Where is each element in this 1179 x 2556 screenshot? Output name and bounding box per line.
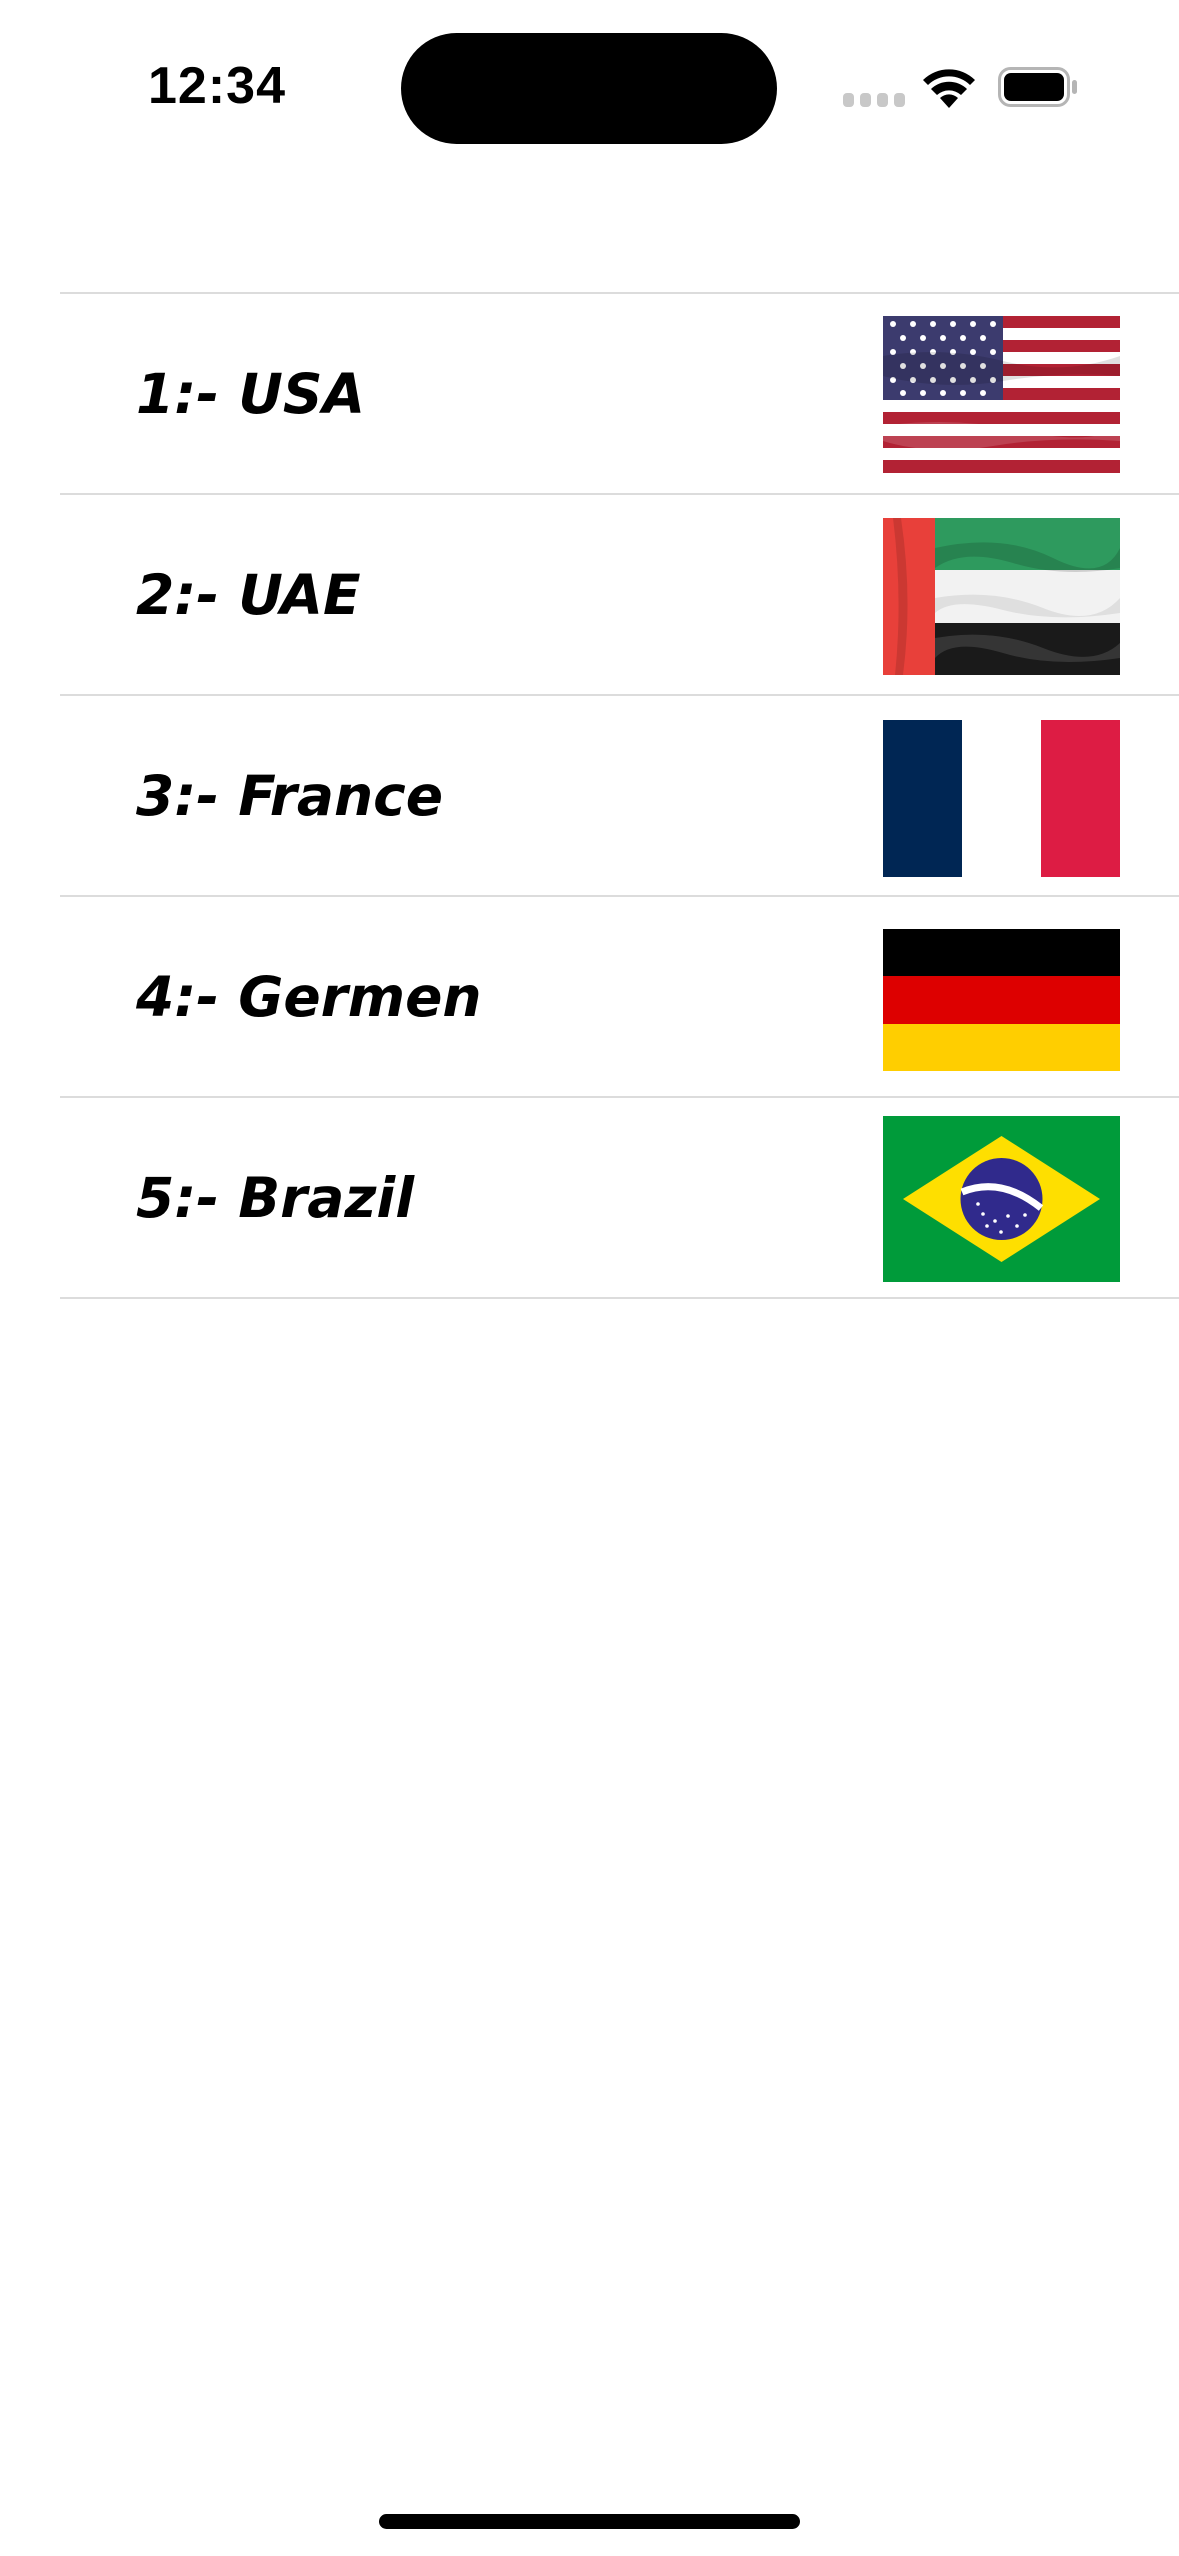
country-list: 1:- USA 2:- UAE 3:- France 4:- Germen 5:… <box>60 292 1179 1299</box>
germany-flag-icon <box>883 929 1120 1071</box>
country-label: 3:- France <box>136 763 444 828</box>
list-item[interactable]: 1:- USA <box>60 294 1179 495</box>
brazil-flag-icon <box>883 1116 1120 1282</box>
usa-flag-icon <box>883 316 1120 473</box>
battery-icon <box>998 67 1077 107</box>
country-label: 1:- USA <box>136 361 366 426</box>
country-label: 4:- Germen <box>136 964 482 1029</box>
uae-flag-icon <box>883 518 1120 675</box>
country-label: 5:- Brazil <box>136 1165 415 1230</box>
france-flag-icon <box>883 720 1120 877</box>
home-indicator[interactable] <box>379 2514 800 2529</box>
dynamic-island <box>401 33 777 144</box>
country-label: 2:- UAE <box>136 562 361 627</box>
wifi-icon <box>923 69 975 108</box>
status-bar: 12:34 <box>0 0 1179 160</box>
signal-icon <box>843 93 905 107</box>
status-time: 12:34 <box>148 57 286 115</box>
list-item[interactable]: 3:- France <box>60 696 1179 897</box>
list-item[interactable]: 2:- UAE <box>60 495 1179 696</box>
list-item[interactable]: 4:- Germen <box>60 897 1179 1098</box>
list-item[interactable]: 5:- Brazil <box>60 1098 1179 1299</box>
